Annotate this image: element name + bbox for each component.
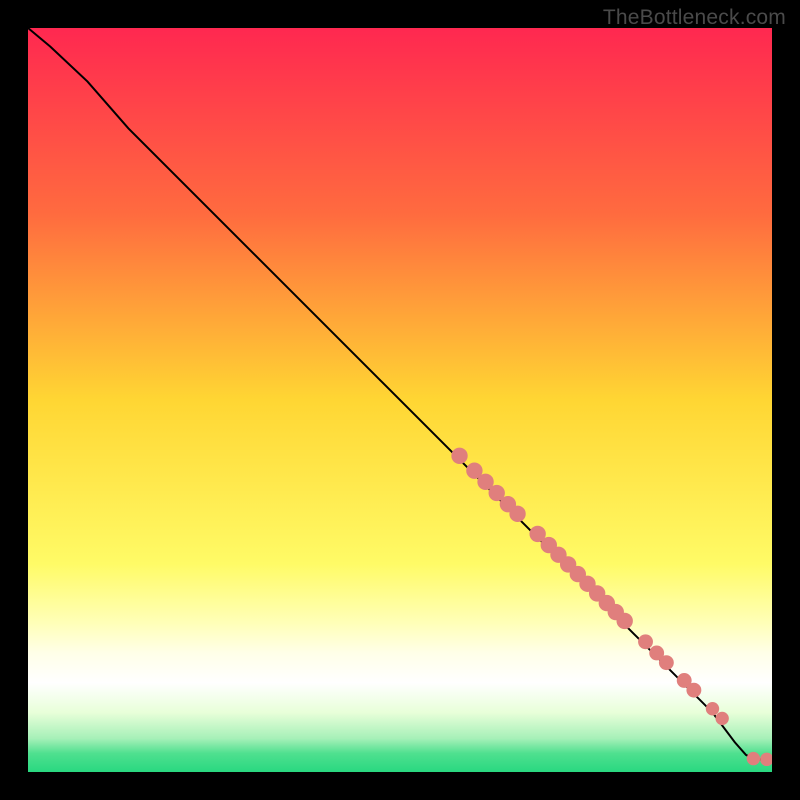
data-marker [638, 634, 653, 649]
data-marker [509, 506, 525, 522]
chart-stage: TheBottleneck.com [0, 0, 800, 800]
data-marker [617, 613, 633, 629]
chart-svg [28, 28, 772, 772]
data-marker [686, 683, 701, 698]
data-marker [747, 752, 760, 765]
watermark-text: TheBottleneck.com [603, 6, 786, 30]
data-marker [659, 655, 674, 670]
data-marker [451, 448, 467, 464]
data-marker [715, 712, 728, 725]
data-marker [706, 702, 719, 715]
